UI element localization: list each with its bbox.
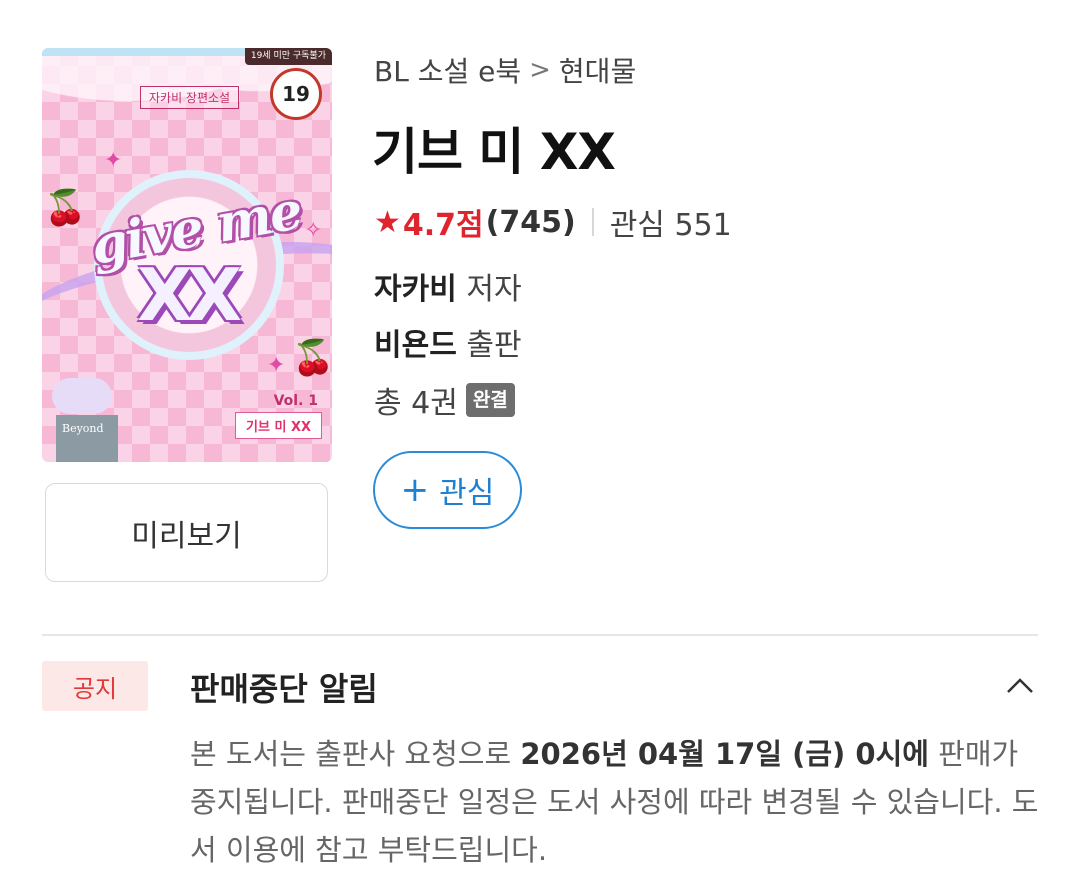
section-divider	[42, 634, 1038, 636]
plus-icon: +	[400, 470, 430, 510]
add-interest-button[interactable]: + 관심	[373, 451, 522, 529]
cherry-icon: 🍒	[44, 188, 87, 228]
rating-score: 4.7점	[402, 208, 484, 243]
cover-title-line2: XX	[137, 253, 242, 337]
review-count[interactable]: (745)	[486, 205, 576, 240]
author-row: 자카비 저자	[374, 264, 522, 308]
publisher-name[interactable]: 비욘드	[374, 328, 457, 363]
complete-badge: 완결	[465, 383, 515, 417]
publisher-row: 비욘드 출판	[374, 320, 522, 364]
notice-tag: 공지	[42, 661, 148, 711]
breadcrumb: BL 소설 e북 > 현대물	[374, 50, 636, 90]
star-icon: ★	[374, 204, 401, 240]
cover-publisher-logo: Beyond	[56, 415, 118, 462]
breadcrumb-subcategory[interactable]: 현대물	[559, 50, 636, 90]
cherry-icon: 🍒	[292, 338, 332, 378]
rating-row: ★ 4.7점 (745) 관심 551	[374, 200, 732, 244]
interest-button-label: 관심	[439, 476, 495, 511]
publisher-role: 출판	[466, 328, 522, 363]
author-name[interactable]: 자카비	[374, 272, 457, 307]
volumes-row: 총 4권 완결	[374, 378, 515, 422]
book-title: 기브 미 XX	[372, 123, 616, 181]
cover-age-notice: 19세 미만 구독불가	[244, 48, 332, 65]
cover-volume-title: 기브 미 XX	[235, 412, 322, 439]
book-cover[interactable]: 19세 미만 구독불가 19 자카비 장편소설 🍒 🍒 ✦ ✦ ✧ give m…	[42, 48, 332, 462]
sparkle-icon: ✦	[104, 148, 123, 173]
cover-volume: Vol. 1	[273, 393, 318, 409]
notice-body-pre: 본 도서는 출판사 요청으로	[190, 737, 521, 771]
volume-count: 총 4권	[374, 386, 458, 421]
preview-button[interactable]: 미리보기	[45, 483, 328, 582]
notice-body: 본 도서는 출판사 요청으로 2026년 04월 17일 (금) 0시에 판매가…	[190, 730, 1040, 874]
notice-body-date: 2026년 04월 17일 (금) 0시에	[520, 737, 929, 771]
chevron-up-icon[interactable]	[1004, 670, 1036, 702]
cover-author-tag: 자카비 장편소설	[140, 86, 240, 109]
author-role: 저자	[466, 272, 522, 307]
breadcrumb-category[interactable]: BL 소설 e북	[374, 50, 521, 90]
sparkle-icon: ✦	[267, 353, 286, 378]
breadcrumb-separator-icon: >	[529, 55, 551, 85]
sparkle-icon: ✧	[304, 218, 323, 243]
divider	[591, 208, 594, 236]
cover-cloud-decoration	[52, 378, 112, 414]
interest-count: 관심 551	[609, 208, 732, 243]
age-19-badge: 19	[270, 68, 322, 120]
notice-title[interactable]: 판매중단 알림	[190, 664, 378, 710]
